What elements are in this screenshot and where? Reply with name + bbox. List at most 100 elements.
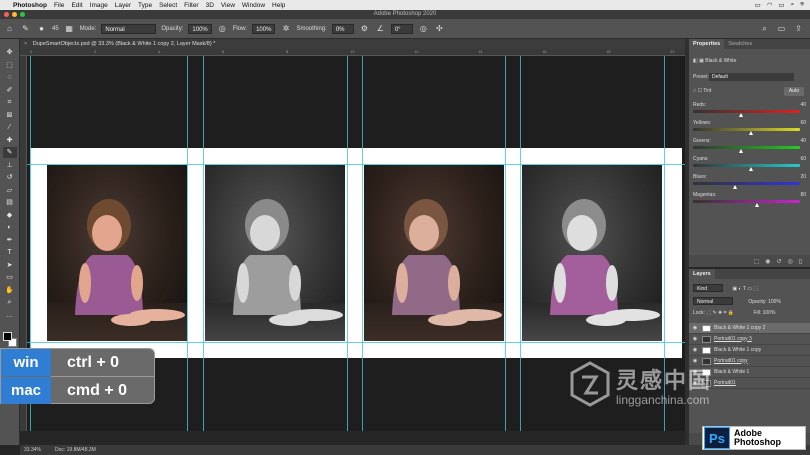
guide-line[interactable] [203,56,204,431]
more-tools-icon[interactable]: … [3,310,17,321]
home-icon[interactable]: ⌂ [4,23,15,34]
menu-help[interactable]: Help [272,2,285,9]
slider-value[interactable]: 80 [800,192,806,198]
share-icon[interactable]: ⇪ [793,23,804,34]
gradient-tool-icon[interactable]: ▤ [3,197,17,208]
lasso-tool-icon[interactable]: ◌ [3,72,17,83]
shape-tool-icon[interactable]: ▭ [3,272,17,283]
guide-line[interactable] [520,56,521,431]
filter-icons[interactable]: ▣ ◐ T ▭ ⬚ [732,286,758,292]
slider-value[interactable]: 60 [800,156,806,162]
airbrush-icon[interactable]: ✲ [280,23,291,34]
mode-select[interactable]: Normal [101,23,157,34]
angle-icon[interactable]: ∠ [375,23,386,34]
brush-tool-icon[interactable]: ✎ [2,147,17,158]
move-tool-icon[interactable]: ✥ [3,47,17,58]
guide-line[interactable] [27,342,685,343]
zoom-tool-icon[interactable]: ⌕ [3,297,17,308]
brush-size-value[interactable]: 45 [52,26,59,32]
menu-layer[interactable]: Layer [115,2,131,9]
slider-value[interactable]: 40 [800,102,806,108]
slider-thumb[interactable] [749,131,754,135]
slider-track[interactable] [693,200,800,203]
slider-thumb[interactable] [733,185,738,189]
blur-tool-icon[interactable]: ◆ [3,210,17,221]
layer-row[interactable]: ◉ Black & White 1 copy 2 [689,323,810,334]
tab-swatches[interactable]: Swatches [724,39,756,49]
smoothing-settings-icon[interactable]: ⚙ [359,23,370,34]
menu-select[interactable]: Select [159,2,177,9]
crop-tool-icon[interactable]: ⌗ [3,97,17,108]
tab-properties[interactable]: Properties [689,39,725,49]
menu-edit[interactable]: Edit [71,2,82,9]
clip-to-layer-icon[interactable]: ⬚ [753,258,759,265]
brush-settings-icon[interactable]: ▦ [64,23,75,34]
search-icon[interactable]: ⌕ [759,23,770,34]
eyedropper-tool-icon[interactable]: ⁄ [3,122,17,133]
zoom-level[interactable]: 33.34% [24,445,41,455]
auto-button[interactable]: Auto [784,87,804,96]
slider-thumb[interactable] [738,149,743,153]
marquee-tool-icon[interactable]: ⬚ [3,60,17,71]
delete-icon[interactable]: ▯ [799,258,802,265]
reset-icon[interactable]: ↺ [776,258,781,265]
wifi-icon[interactable]: ◠ [767,1,773,9]
cast-icon[interactable]: ▭ [755,1,761,9]
quick-select-tool-icon[interactable]: ✐ [3,85,17,96]
brush-tool-icon[interactable]: ✎ [20,23,31,34]
close-window-icon[interactable] [4,12,9,17]
close-tab-icon[interactable]: × [24,41,27,47]
dodge-tool-icon[interactable]: ◐ [3,222,17,233]
brush-preset-icon[interactable]: ● [36,23,47,34]
tint-checkbox[interactable]: ☐ [697,88,701,94]
layer-row[interactable]: ◉ Portrait01 copy 3 [689,334,810,345]
view-previous-icon[interactable]: ◉ [765,258,770,265]
menu-type[interactable]: Type [138,2,152,9]
slider-track[interactable] [693,164,800,167]
document-size[interactable]: Doc: 19.8M/48.3M [55,445,96,455]
workspace-icon[interactable]: ▭ [776,23,787,34]
layer-opacity-input[interactable]: 100% [768,299,781,305]
menu-3d[interactable]: 3D [206,2,214,9]
menu-window[interactable]: Window [242,2,265,9]
pressure-opacity-icon[interactable]: ◎ [217,23,228,34]
eraser-tool-icon[interactable]: ▱ [3,185,17,196]
lock-icons[interactable]: ⬚ ✎ ✥ ⌗ 🔒 [706,310,734,316]
blend-mode-select[interactable]: Normal [693,297,733,305]
tab-layers[interactable]: Layers [689,269,715,279]
slider-value[interactable]: 40 [800,138,806,144]
zoom-window-icon[interactable] [20,12,25,17]
document-tab[interactable]: × DupeSmartObjects.psd @ 33.3% (Black & … [20,39,685,49]
opacity-input[interactable]: 100% [188,23,212,34]
battery-icon[interactable]: ▭ [778,1,784,9]
healing-brush-tool-icon[interactable]: ✚ [3,135,17,146]
guide-line[interactable] [362,56,363,431]
foreground-color-swatch[interactable] [3,332,12,341]
notification-icon[interactable]: ≡ [800,1,804,9]
visibility-eye-icon[interactable]: ◉ [691,345,699,356]
menu-file[interactable]: File [54,2,64,9]
flow-input[interactable]: 100% [252,23,276,34]
type-tool-icon[interactable]: T [3,247,17,258]
smoothing-input[interactable]: 0% [331,23,354,34]
visibility-icon[interactable]: ◎ [787,258,792,265]
pressure-size-icon[interactable]: ◎ [418,23,429,34]
kind-filter-select[interactable]: Kind [693,284,723,292]
symmetry-icon[interactable]: ✣ [434,23,445,34]
visibility-eye-icon[interactable]: ◉ [691,323,699,334]
angle-input[interactable]: 0° [390,23,413,34]
slider-value[interactable]: 60 [800,120,806,126]
history-brush-tool-icon[interactable]: ↺ [3,172,17,183]
guide-line[interactable] [347,56,348,431]
preset-select[interactable]: Default [709,73,794,81]
slider-thumb[interactable] [749,167,754,171]
guide-line[interactable] [27,164,685,165]
spotlight-icon[interactable]: ⌕ [791,1,795,9]
menu-app-name[interactable]: Photoshop [13,2,47,9]
guide-line[interactable] [187,56,188,431]
targeted-adjust-icon[interactable]: ☝ [693,88,696,94]
minimize-window-icon[interactable] [12,12,17,17]
clone-stamp-tool-icon[interactable]: ⊥ [3,160,17,171]
menu-image[interactable]: Image [90,2,108,9]
slider-track[interactable] [693,146,800,149]
